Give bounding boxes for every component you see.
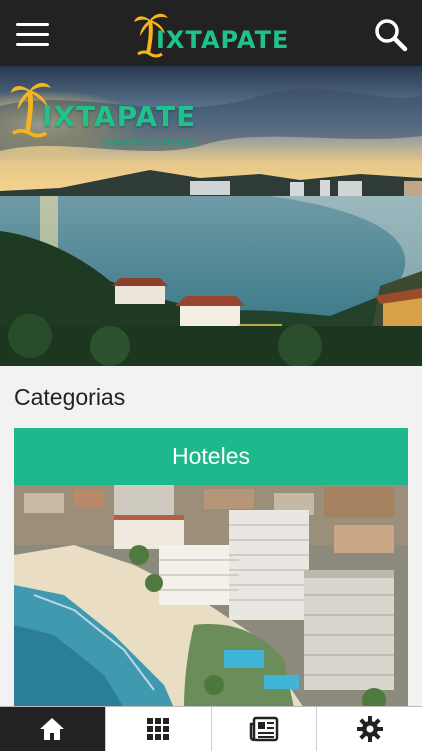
hotels-aerial-image (14, 485, 408, 708)
hero-url: ixtapate.com.mx (100, 134, 195, 149)
category-card-hoteles[interactable]: Hoteles (14, 428, 408, 708)
tab-home[interactable] (0, 707, 106, 751)
newspaper-icon (249, 716, 279, 742)
hero-logo-text: IXTAPATE (42, 100, 197, 133)
app-logo[interactable]: IXTAPATE (132, 10, 292, 58)
hero-logo: IXTAPATE ixtapate.com.mx (8, 76, 208, 156)
grid-icon (147, 718, 170, 740)
top-bar: IXTAPATE (0, 0, 422, 66)
bottom-tab-bar (0, 706, 422, 751)
tab-news[interactable] (212, 707, 318, 751)
logo-text: IXTAPATE (156, 26, 290, 54)
gear-icon (356, 716, 383, 742)
tab-categories[interactable] (106, 707, 212, 751)
hamburger-menu-icon[interactable] (16, 23, 49, 46)
home-icon (40, 718, 65, 740)
tab-settings[interactable] (317, 707, 422, 751)
search-icon[interactable] (374, 18, 408, 52)
categories-title: Categorias (14, 384, 126, 410)
hero-banner: IXTAPATE ixtapate.com.mx (0, 66, 422, 366)
category-card-label: Hoteles (14, 428, 408, 485)
